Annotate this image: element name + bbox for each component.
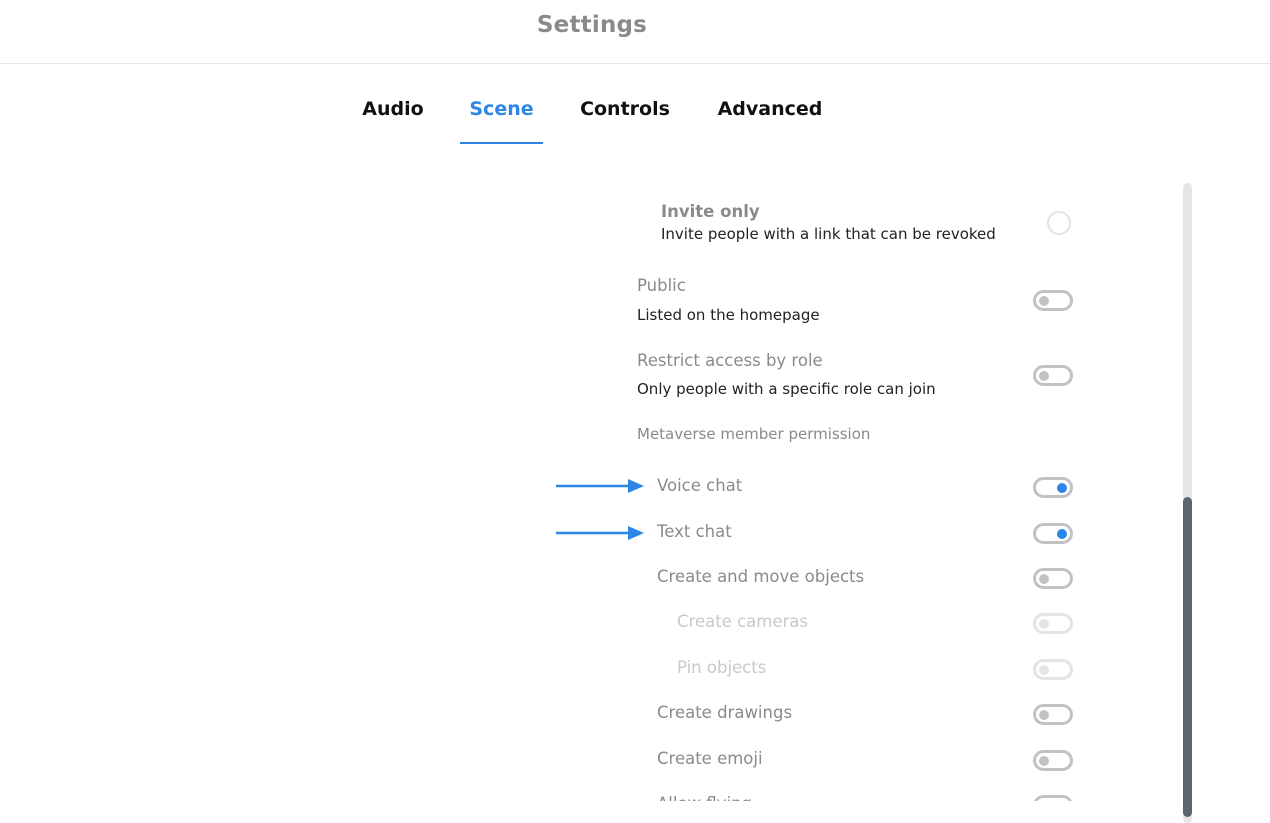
public-description: Listed on the homepage [637, 306, 820, 324]
permission-label: Text chat [657, 522, 732, 541]
toggle-knob [1057, 482, 1067, 493]
settings-tabs: Audio Scene Controls Advanced [0, 98, 1270, 144]
tab-advanced[interactable]: Advanced [716, 98, 824, 144]
toggle-knob [1039, 755, 1049, 766]
permission-toggle[interactable] [1033, 795, 1073, 801]
permission-toggle [1033, 659, 1073, 680]
toggle-knob [1039, 709, 1049, 720]
page-title: Settings [536, 12, 648, 38]
permission-row: Create drawings [0, 703, 1270, 733]
scrollbar-thumb[interactable] [1183, 497, 1192, 817]
restrict-role-row: Restrict access by role Only people with… [0, 351, 1270, 401]
permission-label: Voice chat [657, 476, 743, 495]
permission-label: Allow flying [657, 794, 752, 801]
tab-audio[interactable]: Audio [362, 98, 424, 144]
permission-row: Allow flying [0, 794, 1270, 801]
invite-only-label: Invite only [661, 202, 760, 221]
permission-label: Create cameras [677, 612, 808, 631]
tab-controls[interactable]: Controls [580, 98, 670, 144]
permission-row: Create cameras [0, 612, 1270, 642]
permission-toggle[interactable] [1033, 477, 1073, 498]
permission-row: Pin objects [0, 658, 1270, 688]
public-toggle[interactable] [1033, 290, 1073, 311]
tab-scene[interactable]: Scene [460, 98, 543, 144]
toggle-knob [1039, 664, 1049, 675]
toggle-knob [1039, 573, 1049, 584]
permission-toggle [1033, 613, 1073, 634]
toggle-knob [1039, 370, 1049, 381]
permission-section-label: Metaverse member permission [637, 425, 871, 443]
invite-only-radio[interactable] [1047, 211, 1071, 235]
toggle-knob [1039, 618, 1049, 629]
public-label: Public [637, 276, 686, 295]
invite-only-row[interactable]: Invite only Invite people with a link th… [0, 200, 1270, 250]
toggle-knob [1039, 295, 1049, 306]
permission-label: Create emoji [657, 749, 763, 768]
toggle-knob [1057, 528, 1067, 539]
permission-row: Create and move objects [0, 567, 1270, 597]
permission-label: Pin objects [677, 658, 767, 677]
settings-scroll-area: Invite only Invite people with a link th… [0, 170, 1270, 801]
public-row: Public Listed on the homepage [0, 276, 1270, 326]
permission-toggle[interactable] [1033, 704, 1073, 725]
invite-only-description: Invite people with a link that can be re… [661, 225, 996, 243]
permission-toggle[interactable] [1033, 750, 1073, 771]
permission-label: Create and move objects [657, 567, 865, 586]
restrict-role-description: Only people with a specific role can joi… [637, 380, 936, 398]
permission-row: Create emoji [0, 749, 1270, 779]
permission-toggle[interactable] [1033, 523, 1073, 544]
settings-header: Settings [0, 0, 1270, 64]
arrow-pointer-icon [556, 526, 644, 540]
restrict-role-label: Restrict access by role [637, 351, 823, 370]
permission-toggle[interactable] [1033, 568, 1073, 589]
permission-label: Create drawings [657, 703, 793, 722]
arrow-pointer-icon [556, 479, 644, 493]
restrict-role-toggle[interactable] [1033, 365, 1073, 386]
